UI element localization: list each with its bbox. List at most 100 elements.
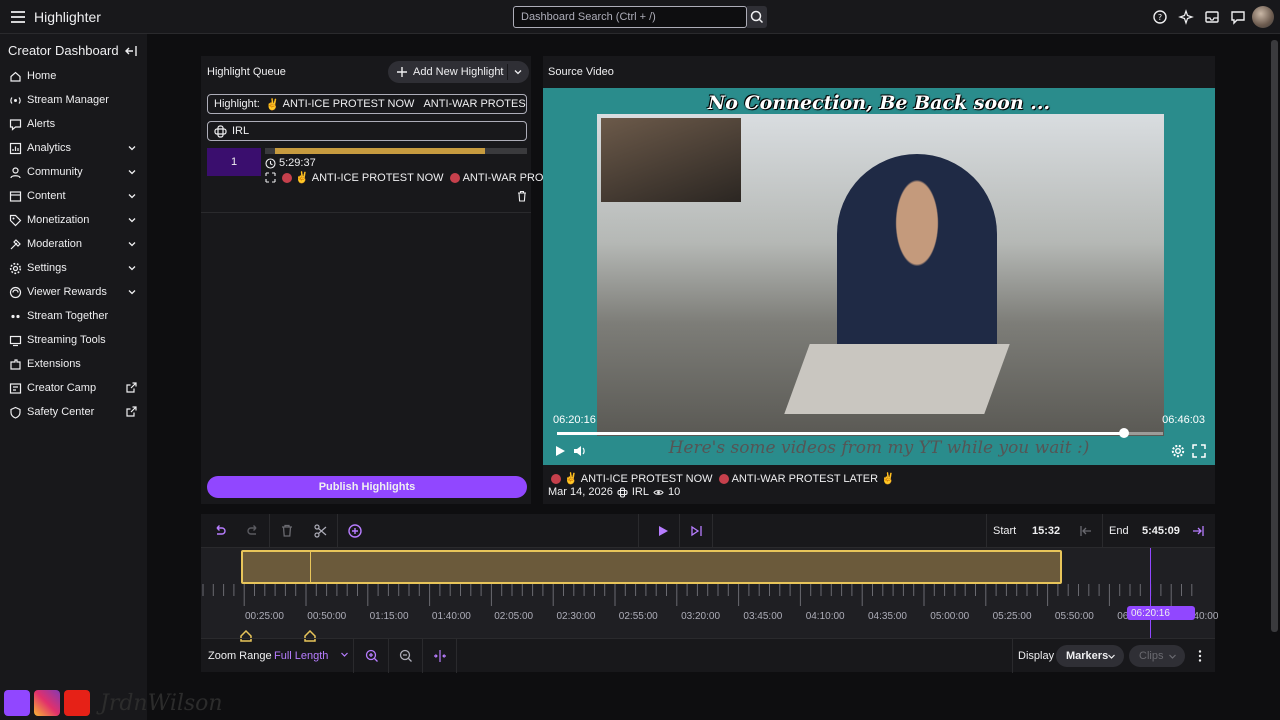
chevron-down-icon[interactable] [127,215,137,225]
chevron-down-icon[interactable] [127,143,137,153]
chevron-down-icon[interactable] [127,167,137,177]
clips-toggle[interactable]: Clips [1129,645,1185,667]
markers-toggle[interactable]: Markers [1056,645,1124,667]
page-scrollbar[interactable] [1271,40,1278,632]
chevron-down-icon[interactable] [127,263,137,273]
search-button[interactable] [747,6,767,28]
sidebar-item-extensions[interactable]: Extensions [0,352,147,376]
menu-icon[interactable] [8,7,28,27]
sidebar-item-home[interactable]: Home [0,64,147,88]
chevron-down-icon[interactable] [127,287,137,297]
search-input[interactable]: Dashboard Search (Ctrl + /) [513,6,747,28]
alerts-icon [9,118,22,131]
source-video-panel: Source Video No Connection, Be Back soon… [543,56,1215,504]
sidebar-item-stream-together[interactable]: Stream Together [0,304,147,328]
sidebar-item-moderation[interactable]: Moderation [0,232,147,256]
zoom-range-label: Zoom Range [208,650,272,662]
video-current-time: 06:20:16 [553,414,596,426]
delete-icon[interactable] [279,523,295,539]
queue-item[interactable]: 1 5:29:37 ✌ ANTI-ICE PROTEST NOW ANTI-WA… [207,148,558,212]
zoom-in-icon[interactable] [364,648,380,664]
highlight-text-2: ANTI-WAR PROTEST L [423,98,526,110]
start-value[interactable]: 15:32 [1032,525,1060,537]
play-icon[interactable] [553,444,567,458]
publish-highlights-button[interactable]: Publish Highlights [207,476,527,498]
inbox-icon[interactable] [1204,9,1220,25]
chevron-down-icon[interactable] [127,191,137,201]
chevron-down-icon[interactable] [127,239,137,249]
views-icon [653,487,664,498]
fullscreen-icon[interactable] [1192,444,1206,458]
timeline-time-label: 02:05:00 [494,611,534,622]
set-start-icon[interactable] [1078,523,1094,539]
zoom-range-select[interactable]: Full Length [274,650,328,662]
safety-center-icon [9,406,22,419]
clip-split-line [310,550,311,584]
category-field[interactable]: IRL [207,121,527,141]
scissors-icon[interactable] [313,523,329,539]
chevron-down-icon [1168,652,1177,661]
hand-emoji: ✌ [881,473,895,485]
sidebar-item-alerts[interactable]: Alerts [0,112,147,136]
timeline-time-label: 05:25:00 [992,611,1032,622]
red-circle-emoji [282,172,292,183]
settings-gear-icon[interactable] [1171,444,1185,458]
sidebar-item-stream-manager[interactable]: Stream Manager [0,88,147,112]
whisper-icon[interactable] [1230,9,1246,25]
sidebar-item-content[interactable]: Content [0,184,147,208]
sidebar-item-label: Creator Camp [27,382,97,394]
sidebar-item-viewer-rewards[interactable]: Viewer Rewards [0,280,147,304]
sidebar-item-monetization[interactable]: Monetization [0,208,147,232]
avatar[interactable] [1252,6,1274,28]
seek-knob[interactable] [1119,428,1130,438]
sidebar-item-safety-center[interactable]: Safety Center [0,400,147,424]
queue-item-progress [265,148,527,154]
sidebar-item-creator-camp[interactable]: Creator Camp [0,376,147,400]
plus-icon [396,66,408,78]
timeline-clip[interactable] [241,550,1062,584]
play-icon[interactable] [655,523,671,539]
trash-icon[interactable] [516,190,528,202]
zoom-out-icon[interactable] [398,648,414,664]
sidebar-item-community[interactable]: Community [0,160,147,184]
end-value[interactable]: 5:45:09 [1142,525,1180,537]
more-options-icon[interactable] [1192,648,1208,664]
add-clip-icon[interactable] [347,523,363,539]
volume-icon[interactable] [573,444,587,458]
chevron-down-icon[interactable] [340,650,349,659]
video-seek-bar[interactable] [557,428,1163,438]
sidebar-item-label: Moderation [27,238,83,250]
add-new-highlight-button[interactable]: Add New Highlight [388,61,529,83]
red-circle-emoji [718,473,729,484]
timeline-time-label: 01:40:00 [431,611,471,622]
sidebar-item-analytics[interactable]: Analytics [0,136,147,160]
sidebar-item-settings[interactable]: Settings [0,256,147,280]
stream-together-icon [9,310,22,323]
video-caption: ✌ ANTI-ICE PROTEST NOW ANTI-WAR PROTEST … [548,472,895,485]
help-icon[interactable]: ? [1152,9,1168,25]
chevron-down-icon[interactable] [513,67,523,77]
top-bar: Highlighter Dashboard Search (Ctrl + /) … [0,0,1280,34]
highlight-title-field[interactable]: Highlight: ✌ ANTI-ICE PROTEST NOW ANTI-W… [207,94,527,114]
highlight-prefix: Highlight: [214,98,260,110]
redo-icon[interactable] [245,523,261,539]
category-label: IRL [232,125,250,137]
collapse-sidebar-icon[interactable] [124,44,138,58]
channel-name-overlay: JrdnWilson [100,690,223,716]
timeline-ticks [202,584,1193,606]
sparkle-icon[interactable] [1178,9,1194,25]
svg-text:?: ? [1158,13,1162,22]
playhead-time[interactable]: 06:20:16 [1127,606,1195,620]
sidebar-item-label: Settings [27,262,67,274]
playhead[interactable] [1150,548,1151,638]
play-to-end-icon[interactable] [689,523,705,539]
youtube-logo-icon [64,690,90,716]
timeline-track[interactable]: 00:25:00 00:50:00 01:15:00 01:40:00 02:05:00… [201,548,1218,642]
set-end-icon[interactable] [1190,523,1206,539]
video-player[interactable]: No Connection, Be Back soon ... Here's s… [543,88,1215,465]
video-caption-2: ANTI-WAR PROTEST LATER [731,472,879,485]
undo-icon[interactable] [212,523,228,539]
sidebar-item-streaming-tools[interactable]: Streaming Tools [0,328,147,352]
fit-icon[interactable] [432,648,448,664]
video-frame [597,114,1164,436]
